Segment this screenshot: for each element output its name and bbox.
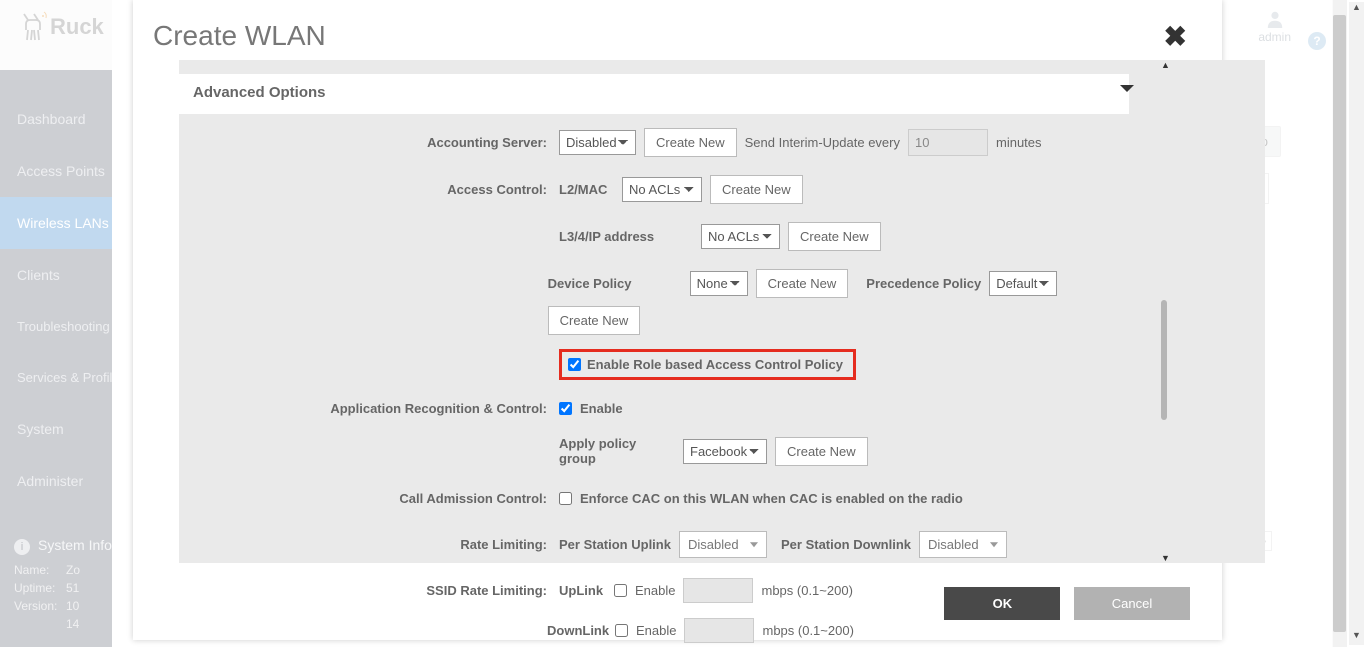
psu-label: Per Station Uplink [559,537,671,552]
downlink-mbps-input[interactable] [684,618,754,643]
cac-text: Enforce CAC on this WLAN when CAC is ena… [580,491,963,506]
downlink-enable-label: Enable [636,623,676,638]
policy-group-label: Apply policy group [559,436,675,466]
downlink-enable-checkbox[interactable] [615,624,628,637]
cac-label: Call Admission Control: [179,491,559,506]
cancel-button[interactable]: Cancel [1074,587,1190,620]
advanced-options-header[interactable]: Advanced Options [179,74,1129,114]
uplink-mbps-input[interactable] [683,578,753,603]
policy-group-select[interactable]: Facebook [683,439,767,464]
downlink-mbps-label: mbps (0.1~200) [762,623,853,638]
ok-button[interactable]: OK [944,587,1060,620]
l2mac-label: L2/MAC [559,182,614,197]
create-new-l34ip-button[interactable]: Create New [788,222,881,251]
rbac-highlight: Enable Role based Access Control Policy [559,349,856,380]
l34ip-select[interactable]: No ACLs [701,224,780,249]
create-new-devpol-button[interactable]: Create New [756,269,849,298]
chevron-down-icon[interactable] [1119,82,1135,97]
scroll-thumb[interactable] [1161,300,1167,420]
close-icon[interactable]: ✖ [1164,20,1187,53]
l2mac-select[interactable]: No ACLs [622,177,702,202]
uplink-enable-label: Enable [635,583,675,598]
interim-label-2: minutes [996,135,1042,150]
scroll-up-icon[interactable]: ▲ [1161,60,1170,70]
create-wlan-modal: Create WLAN ✖ Advanced Options ▲ ▼ Accou… [133,0,1222,640]
l34ip-label: L3/4/IP address [559,229,693,244]
access-control-label: Access Control: [179,182,559,197]
uplink-enable-checkbox[interactable] [614,584,627,597]
scroll-down-icon[interactable]: ▼ [1161,553,1170,563]
scroll-down-icon[interactable]: ▼ [1349,630,1364,645]
psu-select[interactable]: Disabled [679,531,767,558]
precedence-policy-select[interactable]: Default [989,271,1057,296]
apprec-label: Application Recognition & Control: [179,401,559,416]
modal-title: Create WLAN [133,0,1222,52]
accounting-server-select[interactable]: Disabled [559,130,636,155]
uplink-label: UpLink [559,583,606,598]
create-new-accounting-button[interactable]: Create New [644,128,737,157]
psd-select[interactable]: Disabled [919,531,1007,558]
device-policy-label: Device Policy [548,276,682,291]
modal-scrollbar[interactable]: ▲ ▼ [1161,60,1167,563]
create-new-precpol-button[interactable]: Create New [548,306,641,335]
precedence-policy-label: Precedence Policy [866,276,981,291]
device-policy-select[interactable]: None [690,271,748,296]
interim-input[interactable] [908,129,988,156]
accounting-server-label: Accounting Server: [179,135,559,150]
downlink-label: DownLink [547,623,607,638]
create-new-l2mac-button[interactable]: Create New [710,175,803,204]
uplink-mbps-label: mbps (0.1~200) [761,583,852,598]
modal-body: Advanced Options ▲ ▼ Accounting Server: … [179,60,1265,563]
vertical-scrollbar-outer[interactable] [1332,0,1347,647]
rate-limiting-label: Rate Limiting: [179,537,559,552]
psd-label: Per Station Downlink [781,537,911,552]
create-new-policy-group-button[interactable]: Create New [775,437,868,466]
interim-label-1: Send Interim-Update every [745,135,900,150]
apprec-enable-label: Enable [580,401,623,416]
vertical-scrollbar-outer2[interactable]: ▲ ▼ [1349,2,1364,645]
apprec-enable-checkbox[interactable] [559,402,572,415]
ssid-rate-limiting-label: SSID Rate Limiting: [179,583,559,598]
wlan-form: Accounting Server: Disabled Create New S… [179,128,1139,644]
rbac-checkbox[interactable] [568,358,581,371]
rbac-label: Enable Role based Access Control Policy [587,357,843,372]
scroll-up-icon[interactable]: ▲ [1349,2,1364,17]
cac-checkbox[interactable] [559,492,572,505]
